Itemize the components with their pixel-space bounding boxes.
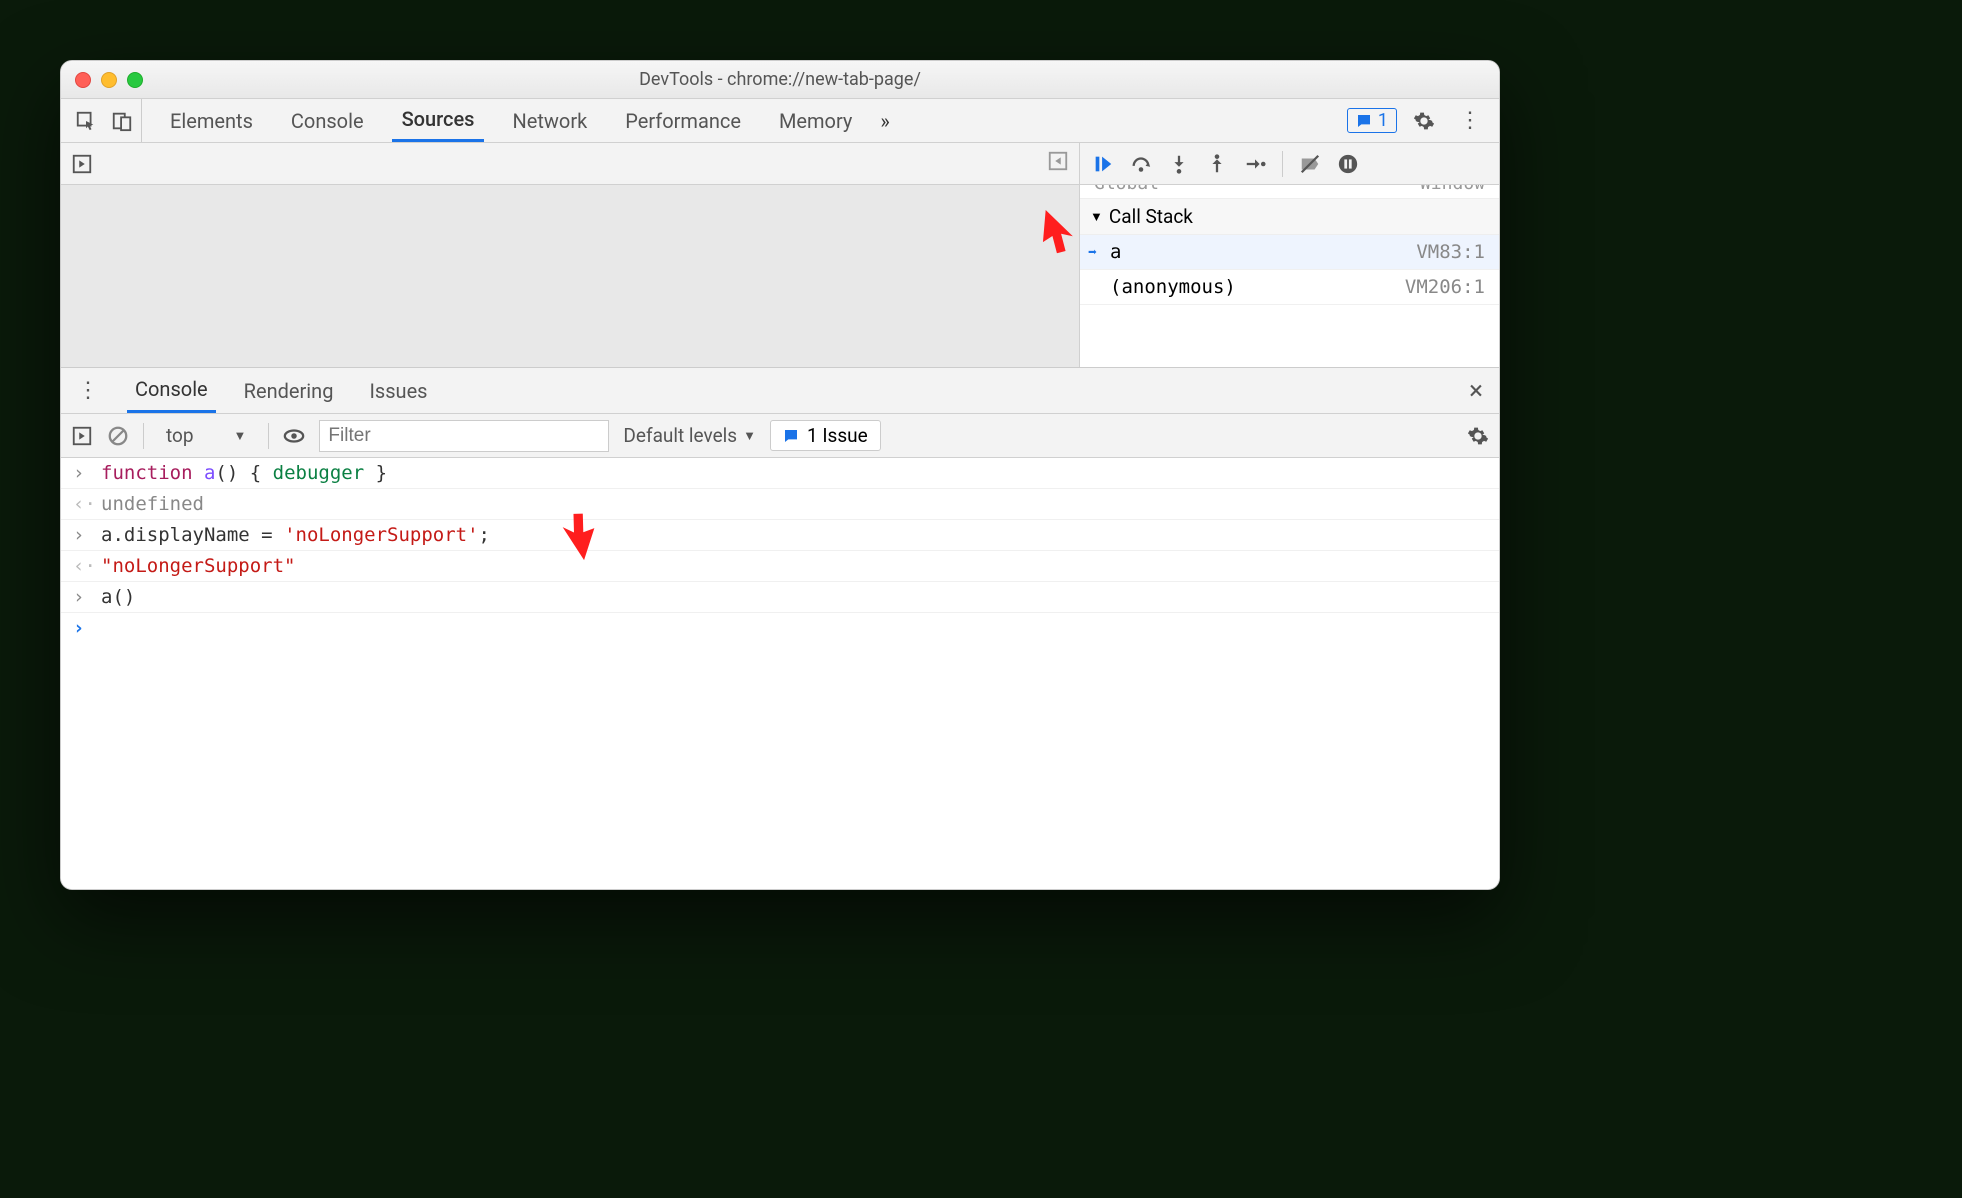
close-icon[interactable] bbox=[75, 72, 91, 88]
hide-debugger-icon[interactable] bbox=[1047, 150, 1069, 172]
main-tabs: Elements Console Sources Network Perform… bbox=[61, 99, 1499, 143]
issues-count: 1 bbox=[1378, 110, 1388, 131]
input-prompt-icon: › bbox=[73, 462, 91, 484]
tabs-overflow-icon[interactable]: » bbox=[880, 109, 889, 133]
frame-location: VM206:1 bbox=[1405, 276, 1485, 298]
debugger-sidebar: Global Window ▼ Call Stack a VM83:1 (ano… bbox=[1079, 143, 1499, 367]
scope-label: Global bbox=[1094, 185, 1159, 194]
tab-performance[interactable]: Performance bbox=[615, 99, 751, 142]
issues-badge[interactable]: 1 bbox=[1347, 108, 1397, 133]
console-body[interactable]: › function a() { debugger } ‹· undefined… bbox=[61, 458, 1499, 889]
expand-icon: ▼ bbox=[1090, 209, 1103, 225]
console-toolbar: top ▼ Default levels ▼ 1 Issue bbox=[61, 414, 1499, 458]
call-stack-header[interactable]: ▼ Call Stack bbox=[1080, 199, 1499, 235]
live-expression-icon[interactable] bbox=[283, 425, 305, 447]
console-settings-icon[interactable] bbox=[1467, 425, 1489, 447]
drawer-close-icon[interactable]: × bbox=[1461, 376, 1491, 406]
frame-name: (anonymous) bbox=[1110, 276, 1236, 298]
drawer-tab-console[interactable]: Console bbox=[127, 368, 216, 413]
step-into-icon[interactable] bbox=[1168, 153, 1190, 175]
call-stack-frame[interactable]: a VM83:1 bbox=[1080, 235, 1499, 270]
input-prompt-icon: › bbox=[73, 524, 91, 546]
resume-icon[interactable] bbox=[1092, 153, 1114, 175]
zoom-icon[interactable] bbox=[127, 72, 143, 88]
scope-value: Window bbox=[1420, 185, 1485, 194]
issues-button[interactable]: 1 Issue bbox=[770, 420, 881, 451]
step-icon[interactable] bbox=[1244, 153, 1266, 175]
console-sidebar-icon[interactable] bbox=[71, 425, 93, 447]
sources-editor bbox=[61, 143, 1079, 367]
console-row-live[interactable]: › bbox=[61, 613, 1499, 643]
frame-location: VM83:1 bbox=[1416, 241, 1485, 263]
drawer-tab-issues[interactable]: Issues bbox=[361, 368, 435, 413]
console-row: ‹· undefined bbox=[61, 489, 1499, 520]
debugger-toolbar bbox=[1080, 143, 1499, 185]
clear-console-icon[interactable] bbox=[107, 425, 129, 447]
minimize-icon[interactable] bbox=[101, 72, 117, 88]
tab-network[interactable]: Network bbox=[502, 99, 597, 142]
devtools-window: DevTools - chrome://new-tab-page/ Elemen… bbox=[60, 60, 1500, 890]
tab-elements[interactable]: Elements bbox=[160, 99, 263, 142]
tab-sources[interactable]: Sources bbox=[392, 99, 485, 142]
window-title: DevTools - chrome://new-tab-page/ bbox=[61, 69, 1499, 90]
console-row: › function a() { debugger } bbox=[61, 458, 1499, 489]
titlebar: DevTools - chrome://new-tab-page/ bbox=[61, 61, 1499, 99]
deactivate-breakpoints-icon[interactable] bbox=[1299, 153, 1321, 175]
call-stack-label: Call Stack bbox=[1109, 205, 1193, 228]
sources-panel: Global Window ▼ Call Stack a VM83:1 (ano… bbox=[61, 143, 1499, 368]
filter-input[interactable] bbox=[319, 420, 609, 452]
tab-console[interactable]: Console bbox=[281, 99, 374, 142]
live-prompt-icon: › bbox=[73, 617, 91, 639]
show-navigator-icon[interactable] bbox=[71, 153, 93, 175]
frame-name: a bbox=[1110, 241, 1121, 263]
output-prompt-icon: ‹· bbox=[73, 493, 91, 515]
divider bbox=[268, 423, 269, 449]
console-code: function a() { debugger } bbox=[101, 462, 387, 484]
context-label: top bbox=[166, 424, 194, 447]
message-icon bbox=[783, 428, 799, 444]
console-row: › a.displayName = 'noLongerSupport'; bbox=[61, 520, 1499, 551]
pause-exceptions-icon[interactable] bbox=[1337, 153, 1359, 175]
chevron-down-icon: ▼ bbox=[234, 428, 247, 444]
console-output: undefined bbox=[101, 493, 204, 515]
scope-global-row[interactable]: Global Window bbox=[1080, 185, 1499, 199]
chevron-down-icon: ▼ bbox=[743, 428, 756, 444]
issues-label: 1 Issue bbox=[807, 424, 868, 447]
divider bbox=[1282, 151, 1283, 177]
console-code: a.displayName = 'noLongerSupport'; bbox=[101, 524, 490, 546]
console-row: ‹· "noLongerSupport" bbox=[61, 551, 1499, 582]
drawer-tabs: ⋮ Console Rendering Issues × bbox=[61, 368, 1499, 414]
sources-left-toolbar bbox=[61, 143, 1079, 185]
context-selector[interactable]: top ▼ bbox=[158, 422, 254, 449]
console-output: "noLongerSupport" bbox=[101, 555, 295, 577]
step-over-icon[interactable] bbox=[1130, 153, 1152, 175]
output-prompt-icon: ‹· bbox=[73, 555, 91, 577]
more-menu-icon[interactable]: ⋮ bbox=[1451, 108, 1489, 133]
call-stack-frame[interactable]: (anonymous) VM206:1 bbox=[1080, 270, 1499, 305]
message-icon bbox=[1356, 113, 1372, 129]
traffic-lights bbox=[75, 72, 143, 88]
step-out-icon[interactable] bbox=[1206, 153, 1228, 175]
settings-icon[interactable] bbox=[1413, 110, 1435, 132]
sources-editor-body[interactable] bbox=[61, 185, 1079, 367]
drawer-menu-icon[interactable]: ⋮ bbox=[69, 378, 107, 403]
console-row: › a() bbox=[61, 582, 1499, 613]
inspect-element-icon[interactable] bbox=[75, 110, 97, 132]
levels-label: Default levels bbox=[623, 424, 737, 447]
device-toggle-icon[interactable] bbox=[111, 110, 133, 132]
tab-memory[interactable]: Memory bbox=[769, 99, 862, 142]
annotation-arrow-icon bbox=[1030, 201, 1087, 258]
console-code: a() bbox=[101, 586, 135, 608]
input-prompt-icon: › bbox=[73, 586, 91, 608]
drawer-tab-rendering[interactable]: Rendering bbox=[236, 368, 342, 413]
log-levels-selector[interactable]: Default levels ▼ bbox=[623, 424, 756, 447]
divider bbox=[143, 423, 144, 449]
